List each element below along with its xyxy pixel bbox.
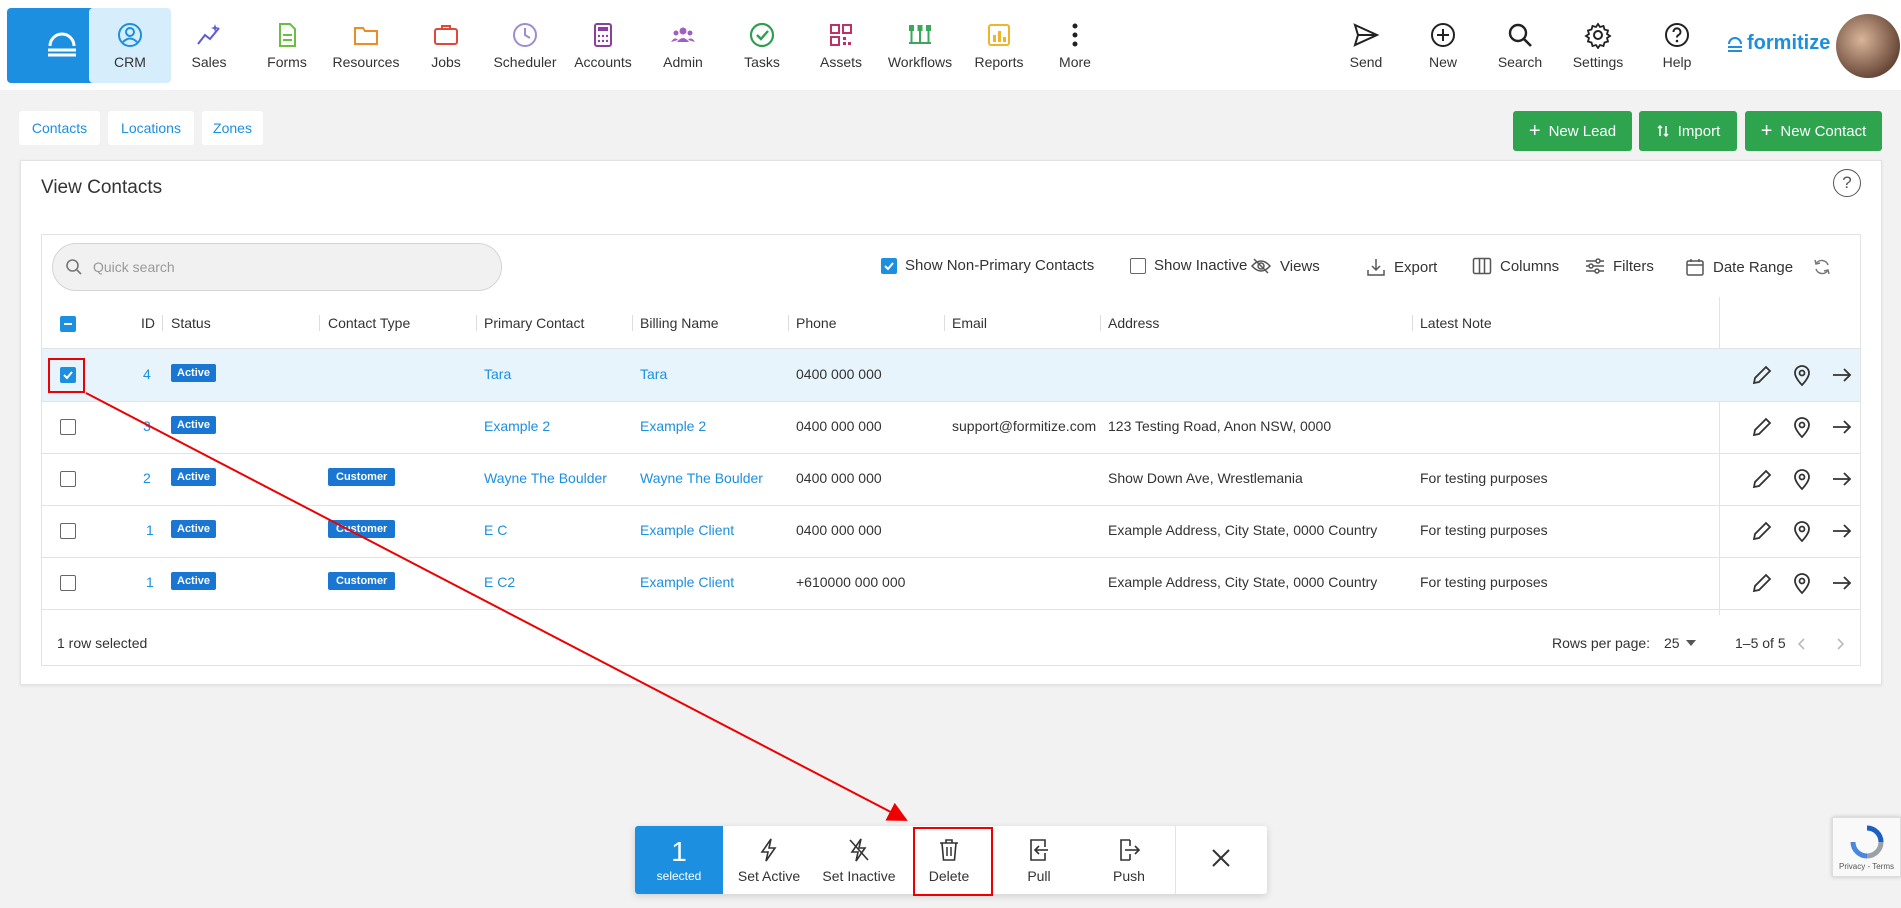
recaptcha-logo-icon: [1850, 825, 1883, 858]
annotation-arrow: [85, 392, 908, 821]
recaptcha-badge[interactable]: Privacy - Terms: [1832, 817, 1901, 877]
recaptcha-terms[interactable]: Privacy - Terms: [1839, 862, 1894, 871]
